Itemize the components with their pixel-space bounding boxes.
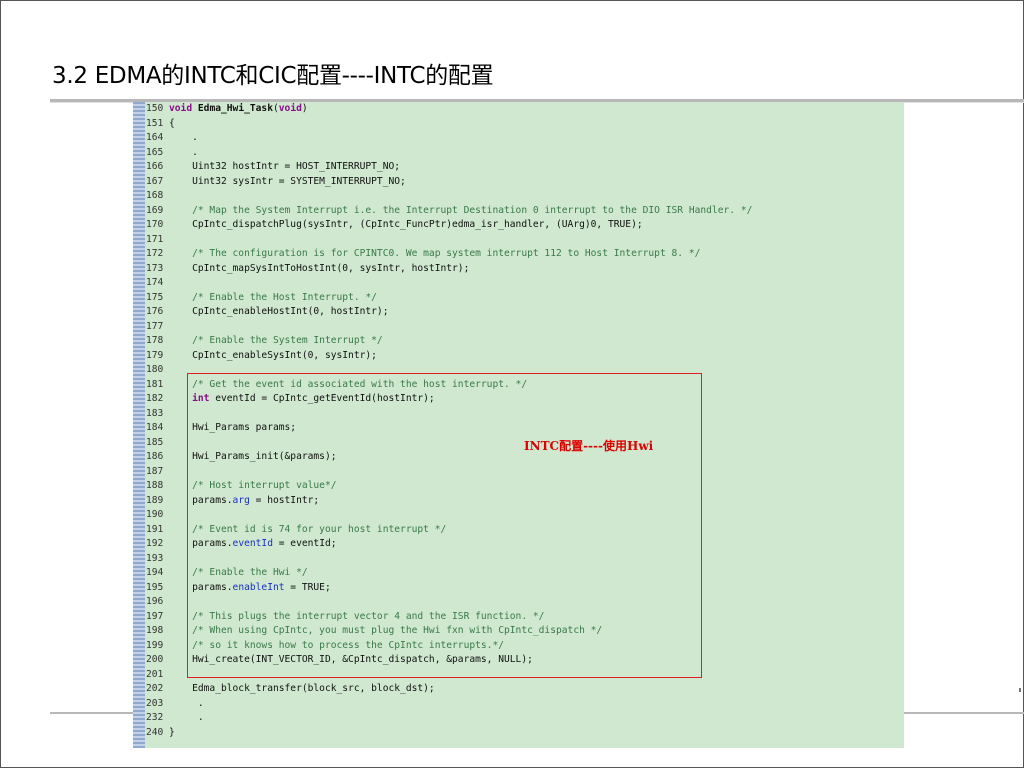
code-line: 178 /* Enable the System Interrupt */ [146, 334, 904, 349]
line-number: 187 [146, 465, 164, 477]
line-number: 173 [146, 262, 164, 274]
code-token: . [169, 712, 204, 723]
highlight-box [187, 373, 702, 678]
code-token: /* Enable the System Interrupt */ [169, 335, 383, 346]
line-number: 166 [146, 161, 164, 172]
code-token: { [169, 117, 175, 129]
line-number: 150 [146, 103, 164, 114]
line-number: 196 [146, 596, 164, 607]
line-number: 194 [146, 567, 164, 578]
code-token: CpIntc_enableSysInt(0, sysIntr); [169, 349, 377, 361]
line-number: 199 [146, 639, 164, 651]
line-number: 200 [146, 654, 164, 665]
line-number: 175 [146, 291, 164, 303]
line-number: 185 [146, 436, 164, 448]
line-number: 190 [146, 509, 164, 520]
line-number: 172 [146, 248, 164, 259]
line-number: 183 [146, 407, 164, 419]
line-number: 202 [146, 683, 164, 694]
line-number: 179 [146, 349, 164, 361]
code-line: 169 /* Map the System Interrupt i.e. the… [146, 204, 904, 219]
code-line: 168 [146, 189, 904, 204]
line-number: 195 [146, 581, 164, 593]
line-number: 188 [146, 480, 164, 491]
line-number: 192 [146, 538, 164, 549]
line-number: 182 [146, 393, 164, 404]
edge-mark [1019, 688, 1021, 692]
code-token: Uint32 hostIntr = HOST_INTERRUPT_NO; [169, 161, 401, 172]
code-token: . [169, 146, 198, 158]
code-token: /* Enable the Host Interrupt. */ [169, 291, 377, 303]
code-line: 177 [146, 320, 904, 335]
line-number: 151 [146, 117, 164, 129]
line-number: 201 [146, 668, 164, 680]
line-number: 191 [146, 523, 164, 535]
line-number: 174 [146, 277, 164, 288]
line-number: 168 [146, 190, 164, 201]
line-number: 170 [146, 219, 164, 230]
code-token: CpIntc_enableHostInt(0, hostIntr); [169, 306, 389, 317]
code-line: 176 CpIntc_enableHostInt(0, hostIntr); [146, 305, 904, 320]
code-token: CpIntc_dispatchPlug(sysIntr, (CpIntc_Fun… [169, 219, 643, 230]
code-line: 203 . [146, 697, 904, 712]
code-line: 173 CpIntc_mapSysIntToHostInt(0, sysIntr… [146, 262, 904, 277]
code-line: 151 { [146, 117, 904, 132]
line-number: 164 [146, 132, 164, 143]
code-line: 170 CpIntc_dispatchPlug(sysIntr, (CpIntc… [146, 218, 904, 233]
code-line: 179 CpIntc_enableSysInt(0, sysIntr); [146, 349, 904, 364]
line-number: 203 [146, 697, 164, 709]
line-number: 167 [146, 175, 164, 187]
code-token: . [169, 132, 198, 143]
code-token: /* Map the System Interrupt i.e. the Int… [169, 204, 753, 216]
line-number: 232 [146, 712, 164, 723]
code-token: Edma_Hwi_Task [197, 103, 273, 114]
code-line: 164 . [146, 131, 904, 146]
code-line: 171 [146, 233, 904, 248]
code-line: 174 [146, 276, 904, 291]
line-number: 180 [146, 364, 164, 375]
code-line: 172 /* The configuration is for CPINTC0.… [146, 247, 904, 262]
line-number: 186 [146, 451, 164, 462]
code-token: Uint32 sysIntr = SYSTEM_INTERRUPT_NO; [169, 175, 406, 187]
line-number: 171 [146, 233, 164, 245]
code-token: CpIntc_mapSysIntToHostInt(0, sysIntr, ho… [169, 262, 470, 274]
code-token: void [169, 103, 193, 114]
code-line: 165 . [146, 146, 904, 161]
line-number: 177 [146, 320, 164, 332]
line-number: 169 [146, 204, 164, 216]
line-number: 189 [146, 494, 164, 506]
line-number: 240 [146, 726, 164, 738]
code-gutter [133, 102, 145, 748]
line-number: 178 [146, 335, 164, 346]
code-token: } [169, 726, 175, 738]
code-token: ) [301, 103, 308, 114]
code-line: 232 . [146, 711, 904, 726]
code-line: 150 void Edma_Hwi_Task(void) [146, 102, 904, 117]
line-number: 197 [146, 610, 164, 622]
line-number: 181 [146, 378, 164, 390]
line-number: 184 [146, 422, 164, 433]
code-line: 167 Uint32 sysIntr = SYSTEM_INTERRUPT_NO… [146, 175, 904, 190]
code-line: 166 Uint32 hostIntr = HOST_INTERRUPT_NO; [146, 160, 904, 175]
code-token: . [169, 697, 204, 709]
line-number: 198 [146, 625, 164, 636]
slide-title: 3.2 EDMA的INTC和CIC配置----INTC的配置 [52, 63, 494, 89]
code-line: 202 Edma_block_transfer(block_src, block… [146, 682, 904, 697]
box-annotation: INTC配置----使用Hwi [524, 439, 654, 453]
code-line: 240} [146, 726, 904, 741]
line-number: 193 [146, 552, 164, 564]
code-token: void [278, 103, 302, 114]
code-token: /* The configuration is for CPINTC0. We … [169, 248, 701, 259]
line-number: 176 [146, 306, 164, 317]
code-token: Edma_block_transfer(block_src, block_dst… [169, 683, 435, 694]
line-number: 165 [146, 146, 164, 158]
code-line: 175 /* Enable the Host Interrupt. */ [146, 291, 904, 306]
